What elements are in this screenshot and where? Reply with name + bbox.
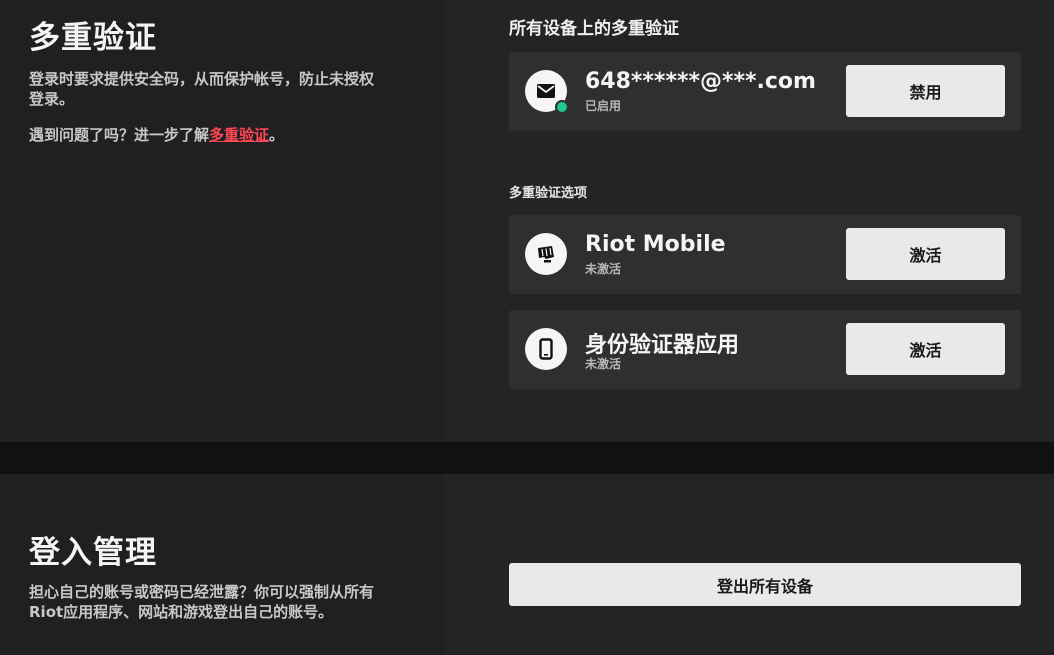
email-mfa-value: 648******@***.com <box>585 69 816 94</box>
mfa-learn-more-link[interactable]: 多重验证 <box>209 126 269 144</box>
activate-riot-mobile-button[interactable]: 激活 <box>846 228 1005 280</box>
mfa-settings-panel: 所有设备上的多重验证 648******@***.com 已启用 禁用 多重验证… <box>445 0 1054 442</box>
mfa-section: 多重验证 登录时要求提供安全码，从而保护帐号，防止未授权登录。 遇到问题了吗？进… <box>0 0 1054 442</box>
email-mfa-card: 648******@***.com 已启用 禁用 <box>509 52 1021 131</box>
mfa-info-panel: 多重验证 登录时要求提供安全码，从而保护帐号，防止未授权登录。 遇到问题了吗？进… <box>0 0 445 442</box>
logout-all-devices-button[interactable]: 登出所有设备 <box>509 563 1021 606</box>
login-actions-panel: 登出所有设备 <box>445 474 1054 655</box>
authenticator-app-status: 未激活 <box>585 357 622 371</box>
smartphone-icon <box>525 328 567 370</box>
activate-authenticator-button[interactable]: 激活 <box>846 323 1005 375</box>
mfa-title: 多重验证 <box>29 20 157 56</box>
riot-mobile-status: 未激活 <box>585 262 622 276</box>
mfa-help-text: 遇到问题了吗？进一步了解多重验证。 <box>29 125 379 145</box>
riot-fist-icon <box>525 233 567 275</box>
login-info-panel: 登入管理 担心自己的账号或密码已经泄露？你可以强制从所有Riot应用程序、网站和… <box>0 474 445 655</box>
mfa-description: 登录时要求提供安全码，从而保护帐号，防止未授权登录。 <box>29 70 375 108</box>
mfa-help-prefix: 遇到问题了吗？进一步了解 <box>29 126 210 144</box>
authenticator-app-card: 身份验证器应用 未激活 激活 <box>509 310 1021 389</box>
riot-mobile-name: Riot Mobile <box>585 232 726 257</box>
login-management-section: 登入管理 担心自己的账号或密码已经泄露？你可以强制从所有Riot应用程序、网站和… <box>0 474 1054 655</box>
email-mfa-status: 已启用 <box>585 99 622 113</box>
disable-email-mfa-button[interactable]: 禁用 <box>846 65 1005 117</box>
mfa-options-title: 多重验证选项 <box>509 186 588 201</box>
riot-mobile-card: Riot Mobile 未激活 激活 <box>509 215 1021 294</box>
all-devices-title: 所有设备上的多重验证 <box>509 19 679 39</box>
login-management-description: 担心自己的账号或密码已经泄露？你可以强制从所有Riot应用程序、网站和游戏登出自… <box>29 583 375 621</box>
login-management-title: 登入管理 <box>29 535 157 571</box>
mfa-help-suffix: 。 <box>269 126 285 144</box>
enabled-status-dot <box>555 100 569 114</box>
